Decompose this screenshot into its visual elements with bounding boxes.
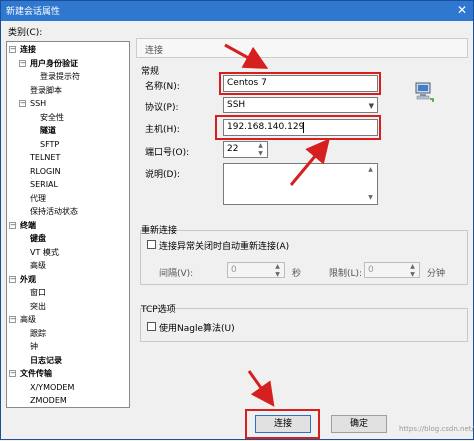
annotation-arrows bbox=[224, 43, 330, 407]
arrow-to-host bbox=[289, 138, 330, 186]
arrow-to-connect bbox=[247, 370, 275, 407]
arrow-to-name bbox=[224, 43, 269, 69]
session-properties-dialog: 新建会话属性 ✕ 类别(C): − 连接 − 用户身份验证 登录提示符 登录脚本 − SSH 安… bbox=[0, 0, 474, 440]
